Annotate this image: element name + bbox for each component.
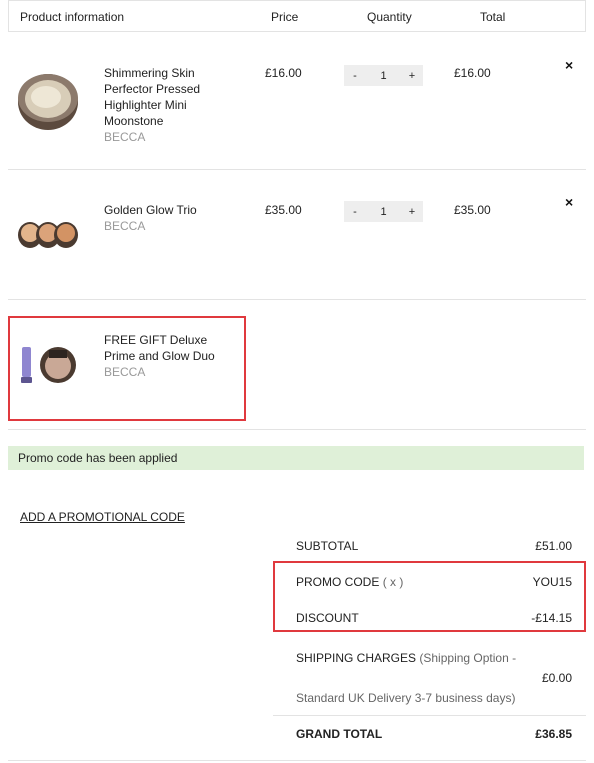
product-name[interactable]: FREE GIFT Deluxe Prime and Glow Duo [104,333,215,363]
promo-applied-notice: Promo code has been applied [8,446,584,470]
product-name-block: Shimmering Skin Perfector Pressed Highli… [104,65,224,145]
product-price: £35.00 [265,203,302,217]
quantity-value[interactable]: 1 [366,206,401,218]
promo-code-label-text: PROMO CODE [296,575,380,589]
remove-promo-code-button[interactable]: ( x ) [383,575,404,589]
shipping-charges-label-text: SHIPPING CHARGES [296,651,417,665]
quantity-value[interactable]: 1 [366,70,401,82]
product-name[interactable]: Golden Glow Trio [104,203,197,217]
glow-trio-palette-image [18,222,78,248]
header-quantity: Quantity [367,10,412,24]
product-brand: BECCA [104,219,146,233]
discount-value: -£14.15 [531,611,572,625]
shipping-option-text: (Shipping Option - [419,651,517,665]
product-name-block: FREE GIFT Deluxe Prime and Glow Duo BECC… [104,332,224,380]
add-promotional-code-link[interactable]: ADD A PROMOTIONAL CODE [20,510,185,524]
product-brand: BECCA [104,130,146,144]
quantity-stepper: - 1 + [344,65,423,86]
cart-gift-row: FREE GIFT Deluxe Prime and Glow Duo BECC… [8,300,586,430]
quantity-increase-button[interactable]: + [401,70,423,82]
shipping-charges-label: SHIPPING CHARGES (Shipping Option - [296,651,516,665]
subtotal-value: £51.00 [535,539,572,553]
cart-item-row: Golden Glow Trio BECCA £35.00 - 1 + £35.… [8,170,586,300]
highlighter-compact-image [18,74,78,130]
subtotal-label: SUBTOTAL [296,539,359,553]
header-total: Total [480,10,506,24]
quantity-decrease-button[interactable]: - [344,206,366,218]
discount-label: DISCOUNT [296,611,359,625]
summary-divider [273,715,586,716]
product-name-block: Golden Glow Trio BECCA [104,202,224,234]
promo-code-value: YOU15 [532,575,572,589]
product-total: £16.00 [454,66,491,80]
product-brand: BECCA [104,365,146,379]
grand-total-label: GRAND TOTAL [296,727,383,741]
remove-item-icon[interactable]: × [565,194,573,210]
grand-total-value: £36.85 [535,727,572,741]
gift-duo-image [21,347,76,383]
promo-applied-message: Promo code has been applied [18,451,178,465]
header-product-information: Product information [20,10,125,24]
cart-item-row: Shimmering Skin Perfector Pressed Highli… [8,32,586,170]
product-name[interactable]: Shimmering Skin Perfector Pressed Highli… [104,66,200,128]
remove-item-icon[interactable]: × [565,57,573,73]
cart-table-header: Product information Price Quantity Total [8,0,586,32]
product-total: £35.00 [454,203,491,217]
product-price: £16.00 [265,66,302,80]
shipping-option-detail: Standard UK Delivery 3-7 business days) [296,691,516,705]
promo-code-label: PROMO CODE ( x ) [296,575,403,589]
page-bottom-divider [8,760,586,761]
quantity-increase-button[interactable]: + [401,206,423,218]
quantity-decrease-button[interactable]: - [344,70,366,82]
shipping-charges-value: £0.00 [541,671,572,685]
quantity-stepper: - 1 + [344,201,423,222]
header-price: Price [271,10,299,24]
